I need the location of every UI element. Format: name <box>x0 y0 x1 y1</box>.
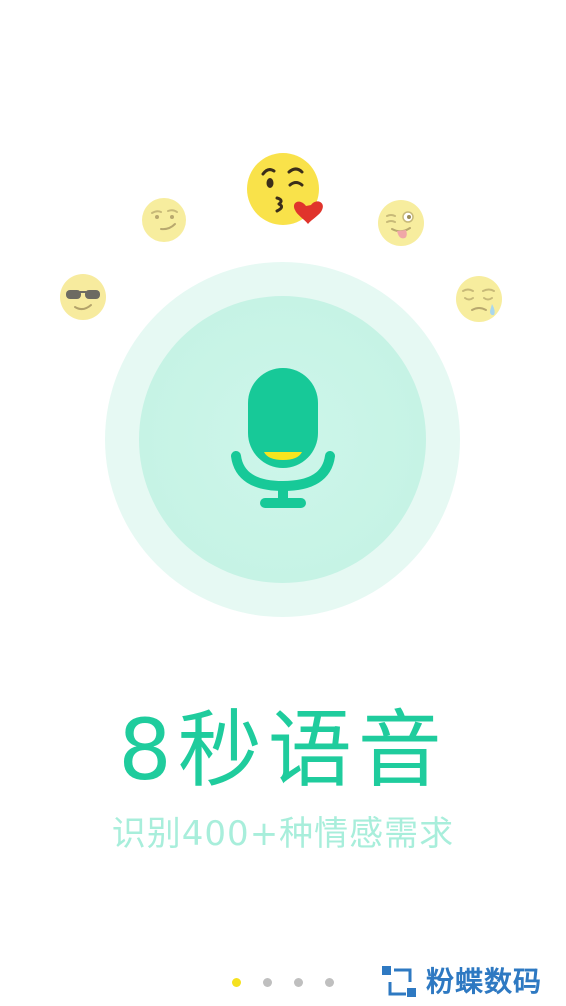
watermark-text: 粉蝶数码 <box>426 965 543 998</box>
smirk-emoji-icon <box>140 196 188 244</box>
blowing-kiss-emoji-icon <box>244 150 326 232</box>
headline: 8秒语音 <box>118 701 448 799</box>
page-dot-2[interactable] <box>263 978 272 987</box>
watermark-logo-icon <box>380 964 420 1004</box>
microphone-icon <box>230 368 336 514</box>
subline: 识别400+种情感需求 <box>111 814 455 854</box>
wink-tongue-emoji-icon <box>376 198 426 248</box>
watermark: 粉蝶数码 <box>380 962 566 1002</box>
sad-crying-emoji-icon <box>454 274 504 324</box>
page-dot-4[interactable] <box>325 978 334 987</box>
page-dot-3[interactable] <box>294 978 303 987</box>
page-dot-1[interactable] <box>232 978 241 987</box>
cool-sunglasses-emoji-icon <box>58 272 108 322</box>
